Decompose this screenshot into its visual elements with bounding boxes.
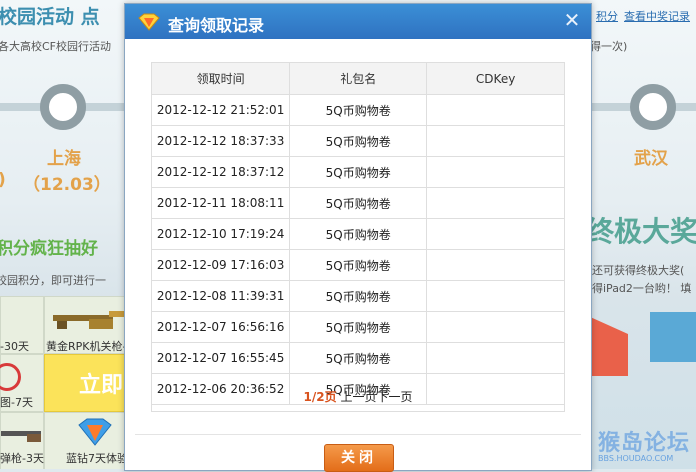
pagination: 1/2页 上一页下一页 (151, 383, 565, 412)
dialog-title: 查询领取记录 (168, 16, 265, 35)
table-row: 2012-12-09 17:16:03 5Q币购物卷 (150, 249, 565, 281)
prev-page-link[interactable]: 上一页 (340, 390, 376, 404)
cell-gift: 5Q币购物卷 (289, 311, 428, 343)
qq-diamond-icon (138, 13, 160, 31)
ring-marker-icon (40, 84, 86, 130)
cell-gift: 5Q币购物卷 (289, 342, 428, 374)
background-left-panel: 校园活动 点 各大高校CF校园行活动 上海 （12.03） ) 积分疯狂抽好 校… (0, 0, 132, 469)
table-row: 2012-12-11 18:08:11 5Q币购物卷 (150, 187, 565, 219)
blue-diamond-icon (78, 418, 112, 446)
cell-cdkey (426, 249, 565, 281)
cell-time: 2012-12-12 21:52:01 (150, 94, 291, 126)
table-header-row: 领取时间 礼包名 CDKey (150, 62, 565, 95)
cell-time: 2012-12-07 16:56:16 (150, 311, 291, 343)
shotgun-icon (1, 431, 41, 442)
cell-gift: 5Q币购物卷 (289, 280, 428, 312)
cell-gift: 5Q币购物卷 (289, 187, 428, 219)
background-subtitle-right: 得一次) (590, 40, 628, 53)
next-page-link[interactable]: 下一页 (376, 390, 412, 404)
cell-cdkey (426, 156, 565, 188)
cell-cdkey (426, 218, 565, 250)
cell-cdkey (426, 187, 565, 219)
table-row: 2012-12-12 18:37:12 5Q币购物券 (150, 156, 565, 188)
page-indicator: 1/2页 (303, 390, 337, 404)
cell-cdkey (426, 280, 565, 312)
cell-gift: 5Q币购物卷 (289, 94, 428, 126)
background-right-panel: 积分 查看中奖记录 得一次) 武汉 终极大奖 还可获得终极大奖( 得iPad2一… (586, 0, 696, 469)
table-row: 2012-12-08 11:39:31 5Q币购物卷 (150, 280, 565, 312)
records-table: 领取时间 礼包名 CDKey 2012-12-12 21:52:01 5Q币购物… (150, 62, 565, 405)
background-green-title: 积分疯狂抽好 (0, 239, 98, 259)
points-link[interactable]: 积分 (596, 8, 618, 24)
city-left-paren: ) (0, 170, 6, 190)
dialog-titlebar[interactable]: 查询领取记录 ✕ (125, 4, 591, 39)
query-records-dialog: 查询领取记录 ✕ 领取时间 礼包名 CDKey 2012-12-12 21:52… (124, 3, 592, 472)
draw-now-label: 立即 (79, 373, 124, 398)
background-title-left: 校园活动 点 (0, 6, 100, 28)
table-row: 2012-12-07 16:56:16 5Q币购物卷 (150, 311, 565, 343)
draw-now-button[interactable]: 立即 (44, 354, 132, 412)
city-shanghai-date: （12.03） (23, 175, 111, 195)
column-header-time: 领取时间 (150, 62, 291, 95)
forum-watermark: 猴岛论坛 (598, 431, 691, 456)
cell-gift: 5Q币购物卷 (289, 218, 428, 250)
cell-cdkey (426, 94, 565, 126)
reward-label: -30天 (0, 340, 29, 353)
grand-prize-title: 终极大奖 (586, 215, 696, 248)
cell-time: 2012-12-07 16:55:45 (150, 342, 291, 374)
cell-gift: 5Q币购物卷 (289, 249, 428, 281)
dialog-divider (135, 434, 581, 435)
table-row: 2012-12-12 21:52:01 5Q币购物卷 (150, 94, 565, 126)
cell-time: 2012-12-12 18:37:12 (150, 156, 291, 188)
city-wuhan: 武汉 (634, 149, 668, 169)
cell-time: 2012-12-12 18:37:33 (150, 125, 291, 157)
prohibit-icon (0, 363, 21, 391)
reward-label: 图-7天 (0, 396, 33, 409)
grand-prize-text: 得iPad2一台哟！ 填 (592, 282, 692, 295)
decorative-banner (588, 316, 628, 376)
cell-gift: 5Q币购物卷 (289, 125, 428, 157)
cell-time: 2012-12-11 18:08:11 (150, 187, 291, 219)
close-button[interactable]: 关闭 (324, 444, 394, 472)
cell-gift: 5Q币购物券 (289, 156, 428, 188)
table-row: 2012-12-10 17:19:24 5Q币购物卷 (150, 218, 565, 250)
cell-cdkey (426, 125, 565, 157)
reward-label: 黄金RPK机关枪- (46, 340, 127, 353)
forum-watermark-url: BBS.HOUDAO.COM (598, 454, 674, 463)
background-subtitle-left: 各大高校CF校园行活动 (0, 40, 112, 53)
cell-time: 2012-12-08 11:39:31 (150, 280, 291, 312)
cell-time: 2012-12-09 17:16:03 (150, 249, 291, 281)
cell-time: 2012-12-10 17:19:24 (150, 218, 291, 250)
rifle-icon (53, 311, 125, 329)
background-green-subtitle: 校园积分，即可进行一 (0, 274, 106, 287)
reward-label: 弹枪-3天 (0, 452, 44, 465)
close-icon[interactable]: ✕ (561, 9, 583, 31)
ring-marker-icon (630, 84, 676, 130)
table-row: 2012-12-12 18:37:33 5Q币购物卷 (150, 125, 565, 157)
column-header-gift: 礼包名 (289, 62, 428, 95)
view-winning-records-link[interactable]: 查看中奖记录 (624, 8, 690, 24)
cell-cdkey (426, 342, 565, 374)
cell-cdkey (426, 311, 565, 343)
decorative-banner (650, 312, 696, 362)
city-shanghai: 上海 (47, 149, 81, 169)
reward-label: 蓝钻7天体验 (66, 452, 128, 465)
grand-prize-text: 还可获得终极大奖( (592, 264, 685, 277)
column-header-cdkey: CDKey (426, 62, 565, 95)
table-row: 2012-12-07 16:55:45 5Q币购物卷 (150, 342, 565, 374)
